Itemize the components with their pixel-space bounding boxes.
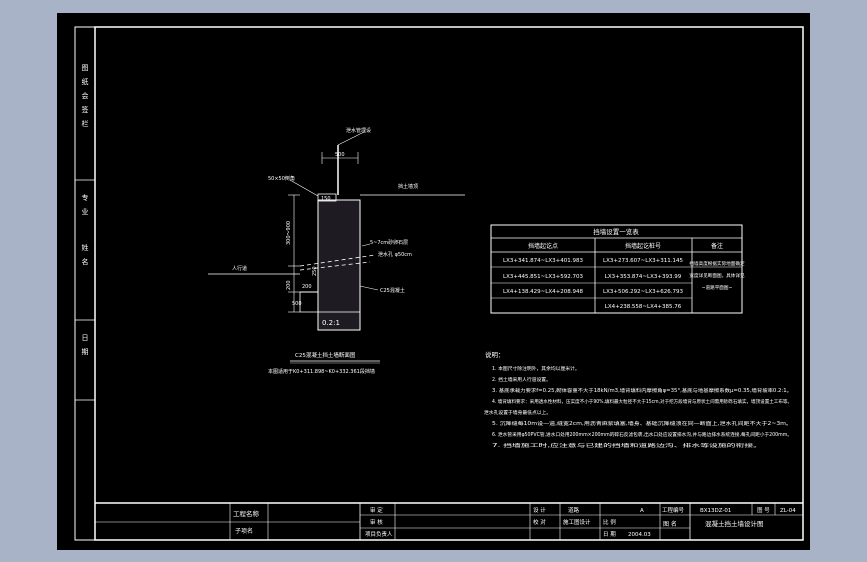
side-strip-char: 签: [82, 105, 89, 114]
review-label: 审 定: [370, 506, 383, 514]
table-cell: LX3+353.874~LX3+393.99: [605, 274, 682, 280]
drain-label: 泄水孔 φ50cm: [378, 251, 412, 258]
table-header: 备注: [711, 242, 723, 250]
road-label: 道路: [568, 506, 580, 514]
table-remark: ~道路平面图~: [702, 284, 733, 291]
section-caption-title: C25混凝土挡土墙断面图: [295, 351, 356, 359]
upper-ground-label: 挡土墙顶: [398, 183, 418, 190]
table-remark: 宽度详见断面图，具体详见: [689, 272, 745, 279]
table-cell: LX4+238.558~LX4+385.76: [605, 304, 682, 310]
table-cell: LX3+506.292~LX3+626.793: [603, 289, 683, 295]
drawing-no-label: 图 号: [757, 506, 770, 514]
table-cell: LX3+341.874~LX3+401.983: [503, 258, 583, 264]
table-header: 挡墙起讫点: [528, 242, 558, 250]
height-dim: 300～900: [286, 221, 292, 245]
table-cell: LX4+138.429~LX4+208.948: [503, 289, 583, 295]
table-cell: LX3+445.851~LX3+592.703: [503, 274, 583, 280]
notes-heading: 说明：: [485, 350, 505, 359]
cad-drawing-viewport: 图 纸 会 签 栏 专 业 姓 名 日 期 泄水管埋设 500 50×50倒角 …: [57, 13, 810, 550]
table-cell: LX3+273.607~LX3+311.145: [603, 258, 683, 264]
section-caption-sub: 本图适用于K0+311.898~K0+332.361段挡墙: [268, 368, 375, 375]
subitem-label: 子项名: [235, 527, 253, 535]
wall-body: [317, 199, 361, 331]
wall-material-label: C25混凝土: [380, 287, 405, 294]
project-name-label: 工程名称: [233, 509, 260, 518]
side-strip-char: 期: [82, 348, 89, 356]
cap-label: 50×50倒角: [268, 175, 295, 182]
slope-label: 0.2:1: [322, 319, 340, 327]
design-label: 设 计: [533, 506, 546, 514]
drawing-no: ZL-04: [780, 508, 796, 514]
pipe-label: 泄水管埋设: [346, 127, 371, 134]
dim-d: 200: [286, 280, 292, 290]
side-strip-char: 栏: [82, 119, 89, 128]
side-strip-char: 纸: [82, 77, 89, 86]
date-label: 日 期: [603, 531, 616, 538]
review-sub-label: 项目负责人: [365, 530, 393, 538]
project-no-label: 工程编号: [662, 506, 685, 514]
dim-c: 500: [292, 301, 302, 307]
table-header: 挡墙起讫桩号: [625, 242, 661, 250]
proofread-label: 校 对: [533, 518, 546, 526]
check-label: 审 核: [370, 518, 383, 526]
side-strip-char: 姓: [82, 243, 89, 252]
sand-label: 5~7cm砂卵石层: [370, 239, 408, 246]
note-line: 泄水孔设置于墙身最低点以上。: [484, 409, 551, 416]
drawing-name-label: 图 名: [663, 520, 677, 528]
note-line: 6. 泄水管采用φ50PVC管,进水口处用200mm×200mm的碎石反滤包裹,…: [492, 431, 792, 438]
date-value: 2004.03: [628, 532, 651, 538]
dim-b: 200: [302, 284, 312, 290]
side-strip-char: 图: [82, 64, 89, 72]
drawing-sheet: [57, 13, 810, 550]
side-strip-char: 会: [82, 91, 89, 100]
note-line: 3. 基底承载力要求f=0.25,砌体容重不大于18kN/m3,墙背填料内摩擦角…: [492, 387, 792, 394]
note-line: 4. 墙背填料要求：采用透水性材料，压实度不小于90%,填料最大粒径不大于15c…: [492, 398, 792, 405]
side-strip-char: 业: [82, 207, 89, 216]
side-strip-char: 日: [82, 334, 89, 342]
side-strip-char: 专: [82, 193, 89, 202]
lower-ground-label: 人行道: [232, 265, 247, 272]
phase-label: A: [640, 508, 644, 514]
note-line: 2. 挡土墙采用人行道设置。: [492, 376, 551, 383]
scale-label: 比 例: [603, 518, 616, 526]
drawing-name: 混凝土挡土墙设计图: [705, 519, 764, 528]
dim-a: 250: [312, 266, 318, 276]
note-line: 7. 挡墙施工时,应注意与已建的挡墙和道路边沟、排水等设施的衔接。: [492, 442, 762, 449]
table-remark: 挡墙高度根据实际地面确定: [689, 260, 745, 267]
note-line: 5. 沉降缝每10m设一道,缝宽2cm,用沥青麻絮填塞,墙身、基础沉降缝须在同一…: [492, 420, 792, 427]
cap-dim: 150: [321, 196, 331, 202]
dim-top: 500: [335, 152, 345, 158]
design-unit-label: 施工图设计: [563, 518, 591, 526]
project-no: BX13DZ-01: [700, 508, 731, 514]
side-strip-char: 名: [82, 257, 89, 266]
table-title: 挡墙设置一览表: [593, 227, 639, 236]
note-line: 1. 本图尺寸除注明外，其余均以厘米计。: [492, 365, 580, 372]
